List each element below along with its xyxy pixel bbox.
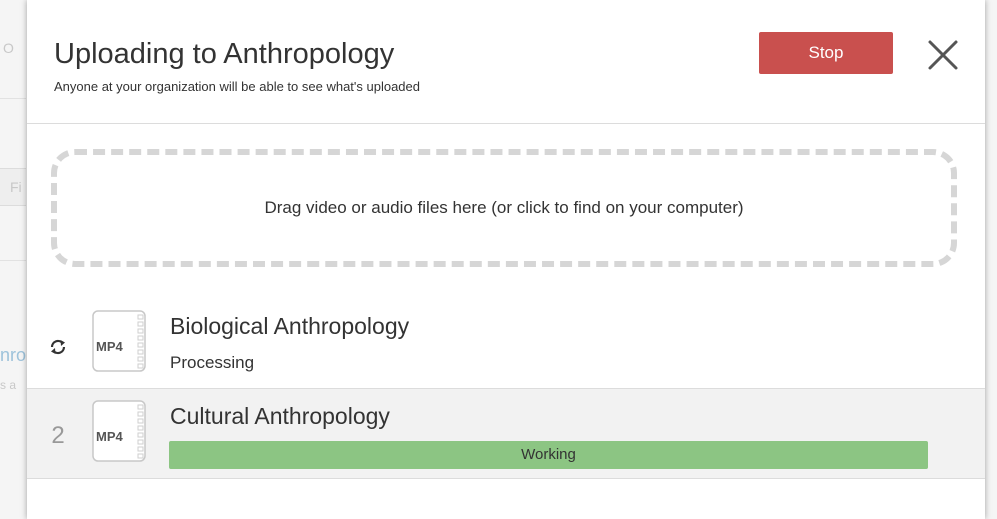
background-field-fragment: Fi bbox=[10, 179, 22, 195]
dropzone-text: Drag video or audio files here (or click… bbox=[264, 198, 744, 217]
upload-status-icon bbox=[43, 335, 73, 363]
background-divider bbox=[0, 260, 26, 261]
stop-button[interactable]: Stop bbox=[759, 32, 893, 74]
progress-label: Working bbox=[521, 446, 576, 463]
file-status: Processing bbox=[170, 353, 255, 372]
dialog-header: Uploading to Anthropology Anyone at your… bbox=[27, 0, 985, 124]
file-type-label: MP4 bbox=[96, 429, 124, 444]
file-name: Cultural Anthropology bbox=[170, 403, 390, 429]
background-divider bbox=[0, 98, 26, 99]
dialog-subtitle: Anyone at your organization will be able… bbox=[54, 79, 420, 94]
background-text-fragment: s a bbox=[0, 378, 17, 392]
upload-progress-bar: Working bbox=[169, 441, 928, 469]
upload-row: 2 MP4 Cultural Anthropology Working bbox=[27, 389, 985, 479]
file-name: Biological Anthropology bbox=[170, 313, 410, 339]
file-type-label: MP4 bbox=[96, 339, 124, 354]
file-dropzone[interactable]: Drag video or audio files here (or click… bbox=[51, 149, 957, 267]
background-link-fragment: nro bbox=[0, 345, 27, 365]
background-field: Fi bbox=[0, 168, 26, 206]
close-icon bbox=[928, 40, 958, 70]
refresh-icon bbox=[50, 339, 66, 355]
upload-index: 2 bbox=[51, 422, 65, 449]
dialog-title: Uploading to Anthropology bbox=[54, 38, 395, 70]
close-button[interactable] bbox=[921, 33, 965, 77]
upload-dialog: Uploading to Anthropology Anyone at your… bbox=[27, 0, 985, 519]
mp4-file-icon: MP4 bbox=[92, 400, 152, 462]
upload-row: MP4 Biological Anthropology Processing bbox=[27, 299, 985, 389]
mp4-file-icon: MP4 bbox=[92, 310, 152, 372]
background-search-fragment: O bbox=[3, 40, 14, 56]
